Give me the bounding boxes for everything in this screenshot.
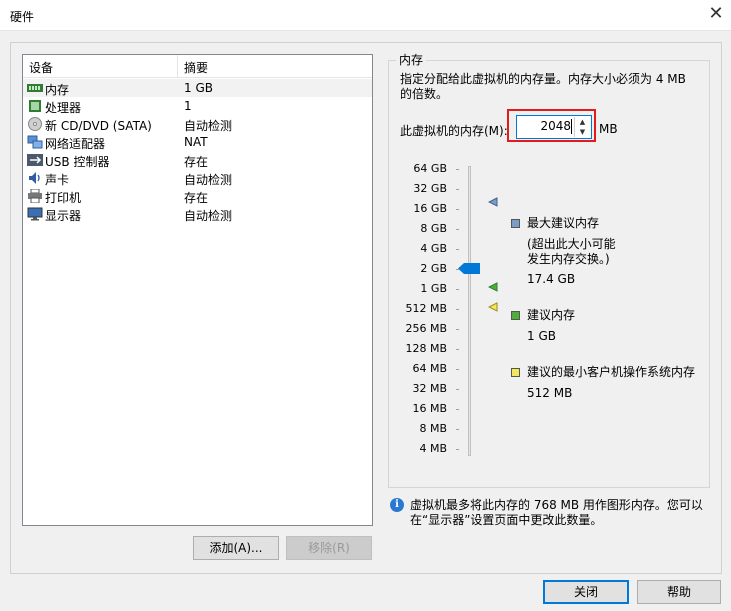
device-row-usb[interactable]: USB 控制器 存在 [23,151,372,169]
scale-label: 64 MB [412,362,447,375]
recommended-legend-value: 1 GB [527,329,556,343]
help-button[interactable]: 帮助 [637,580,721,604]
device-row-cd-dvd[interactable]: 新 CD/DVD (SATA) 自动检测 [23,115,372,133]
scale-label: 64 GB [413,162,447,175]
device-row-printer[interactable]: 打印机 存在 [23,187,372,205]
device-name: 显示器 [45,209,82,223]
device-row-sound[interactable]: 声卡 自动检测 [23,169,372,187]
recommended-marker-icon [488,282,498,292]
max-legend-note: (超出此大小可能发生内存交换。) [527,237,616,266]
memory-description: 指定分配给此虚拟机的内存量。内存大小必须为 4 MB 的倍数。 [400,72,686,101]
recommended-legend-swatch [511,311,520,320]
sound-card-icon [29,172,40,184]
device-row-processor[interactable]: 处理器 1 [23,97,372,115]
memory-field-label: 此虚拟机的内存(M): [400,124,508,138]
scale-label: 1 GB [420,282,447,295]
device-summary: 自动检测 [184,173,233,187]
device-list[interactable]: 设备 摘要 内存 1 GB 处理器 1 新 CD/DVD (SATA) 自动检测… [22,54,373,526]
column-device[interactable]: 设备 [29,59,53,76]
minimum-legend-value: 512 MB [527,386,573,400]
processor-icon [29,100,41,112]
remove-button[interactable]: 移除(R) [286,536,372,560]
minimum-marker-icon [488,302,498,312]
scale-label: 8 GB [420,222,447,235]
info-text: 虚拟机最多将此内存的 768 MB 用作图形内存。您可以在“显示器”设置页面中更… [410,498,703,527]
memory-unit: MB [599,122,618,136]
device-name: 处理器 [45,101,82,115]
scale-label: 2 GB [420,262,447,275]
info-icon: i [390,498,404,512]
device-summary: 自动检测 [184,119,233,133]
device-summary: 1 [184,99,192,113]
memory-group-title: 内存 [396,51,427,68]
display-icon [27,207,43,221]
scale-label: 8 MB [419,422,447,435]
device-summary: 存在 [184,155,209,169]
add-button[interactable]: 添加(A)... [193,536,279,560]
device-summary: NAT [184,135,208,149]
max-legend-value: 17.4 GB [527,272,576,286]
max-legend-title: 最大建议内存 [527,216,600,230]
minimum-legend-title: 建议的最小客户机操作系统内存 [527,365,696,379]
scale-label: 128 MB [405,342,447,355]
device-list-header: 设备 摘要 [23,55,372,78]
window-title: 硬件 [10,10,35,24]
device-summary: 自动检测 [184,209,233,223]
device-name: 网络适配器 [45,137,106,151]
column-summary[interactable]: 摘要 [184,59,208,76]
recommended-legend-title: 建议内存 [527,308,576,322]
scale-label: 512 MB [405,302,447,315]
device-name: 打印机 [45,191,82,205]
scale-label: 32 GB [413,182,447,195]
close-button[interactable]: 关闭 [543,580,629,604]
scale-label: 256 MB [405,322,447,335]
device-row-network[interactable]: 网络适配器 NAT [23,133,372,151]
highlight-box [507,109,596,142]
max-recommended-marker-icon [488,197,498,207]
scale-label: 16 GB [413,202,447,215]
scale-label: 4 MB [419,442,447,455]
device-row-memory[interactable]: 内存 1 GB [23,79,372,97]
device-name: USB 控制器 [45,155,110,169]
memory-slider-thumb[interactable] [458,263,480,274]
printer-icon [28,189,42,203]
scale-label: 32 MB [412,382,447,395]
scale-label: 4 GB [420,242,447,255]
usb-icon [27,154,43,166]
device-name: 内存 [45,83,70,97]
cd-dvd-icon [28,117,42,131]
device-summary: 1 GB [184,81,213,95]
title-bar: 硬件 ✕ [0,0,731,31]
scale-label: 16 MB [412,402,447,415]
max-legend-swatch [511,219,520,228]
device-name: 新 CD/DVD (SATA) [45,119,152,133]
device-row-display[interactable]: 显示器 自动检测 [23,205,372,223]
close-icon[interactable]: ✕ [701,0,731,30]
network-adapter-icon [27,135,43,149]
minimum-legend-swatch [511,368,520,377]
memory-slider-track[interactable] [468,166,471,456]
device-summary: 存在 [184,191,209,205]
memory-icon [27,84,43,92]
device-name: 声卡 [45,173,70,187]
